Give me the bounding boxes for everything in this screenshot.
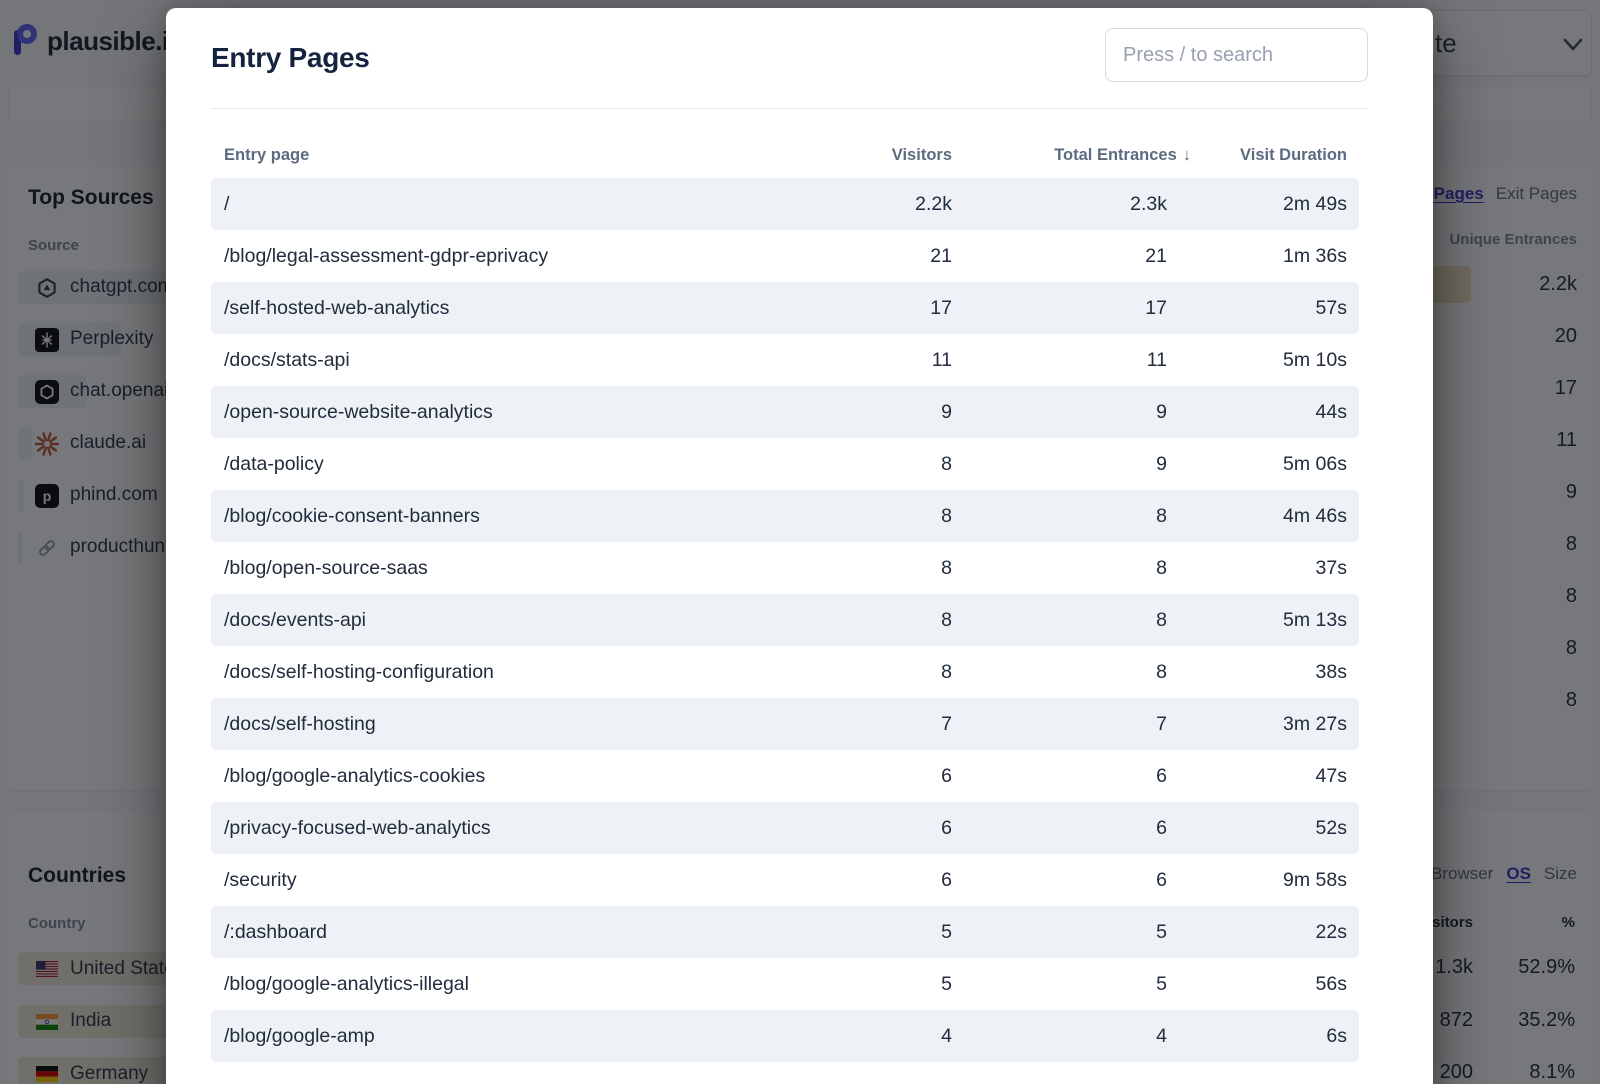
visitors-cell: 2.2k — [782, 193, 952, 216]
duration-cell: 52s — [1167, 817, 1347, 840]
entry-page-cell[interactable]: /self-hosted-web-analytics — [211, 297, 782, 320]
entry-page-cell[interactable]: /data-policy — [211, 453, 782, 476]
duration-cell: 47s — [1167, 765, 1347, 788]
entry-page-row[interactable]: /data-policy895m 06s — [211, 438, 1359, 490]
visitors-cell: 11 — [782, 349, 952, 372]
entrances-cell: 9 — [952, 453, 1167, 476]
table-header-row: Entry page Visitors Total Entrances↓ Vis… — [211, 132, 1359, 178]
visitors-cell: 5 — [782, 973, 952, 996]
entry-page-cell[interactable]: /:dashboard — [211, 921, 782, 944]
entry-page-cell[interactable]: / — [211, 193, 782, 216]
entry-page-row[interactable]: /blog/open-source-saas8837s — [211, 542, 1359, 594]
entry-pages-table: Entry page Visitors Total Entrances↓ Vis… — [211, 132, 1359, 1062]
duration-cell: 4m 46s — [1167, 505, 1347, 528]
entrances-cell: 9 — [952, 401, 1167, 424]
visitors-cell: 17 — [782, 297, 952, 320]
entry-page-cell[interactable]: /blog/google-amp — [211, 1025, 782, 1048]
entry-page-row[interactable]: /docs/events-api885m 13s — [211, 594, 1359, 646]
entry-page-row[interactable]: /docs/self-hosting-configuration8838s — [211, 646, 1359, 698]
entrances-cell: 7 — [952, 713, 1167, 736]
duration-cell: 57s — [1167, 297, 1347, 320]
duration-cell: 38s — [1167, 661, 1347, 684]
duration-cell: 2m 49s — [1167, 193, 1347, 216]
visitors-cell: 21 — [782, 245, 952, 268]
visitors-cell: 8 — [782, 453, 952, 476]
entrances-cell: 8 — [952, 505, 1167, 528]
entry-page-cell[interactable]: /privacy-focused-web-analytics — [211, 817, 782, 840]
duration-cell: 6s — [1167, 1025, 1347, 1048]
entry-page-row[interactable]: /docs/stats-api11115m 10s — [211, 334, 1359, 386]
entry-page-cell[interactable]: /docs/events-api — [211, 609, 782, 632]
header-total-entrances-label: Total Entrances — [1054, 146, 1177, 164]
entrances-cell: 8 — [952, 661, 1167, 684]
entrances-cell: 6 — [952, 765, 1167, 788]
entry-page-row[interactable]: /security669m 58s — [211, 854, 1359, 906]
duration-cell: 22s — [1167, 921, 1347, 944]
header-total-entrances[interactable]: Total Entrances↓ — [952, 146, 1167, 165]
duration-cell: 56s — [1167, 973, 1347, 996]
entrances-cell: 5 — [952, 973, 1167, 996]
duration-cell: 5m 10s — [1167, 349, 1347, 372]
modal-divider — [211, 108, 1368, 109]
duration-cell: 3m 27s — [1167, 713, 1347, 736]
header-visitors[interactable]: Visitors — [782, 146, 952, 165]
visitors-cell: 4 — [782, 1025, 952, 1048]
entry-page-row[interactable]: /blog/google-analytics-illegal5556s — [211, 958, 1359, 1010]
entry-page-row[interactable]: /docs/self-hosting773m 27s — [211, 698, 1359, 750]
visitors-cell: 5 — [782, 921, 952, 944]
entrances-cell: 4 — [952, 1025, 1167, 1048]
entry-page-row[interactable]: /blog/cookie-consent-banners884m 46s — [211, 490, 1359, 542]
entrances-cell: 5 — [952, 921, 1167, 944]
entry-page-row[interactable]: /open-source-website-analytics9944s — [211, 386, 1359, 438]
duration-cell: 5m 06s — [1167, 453, 1347, 476]
duration-cell: 9m 58s — [1167, 869, 1347, 892]
entry-page-row[interactable]: /:dashboard5522s — [211, 906, 1359, 958]
entry-page-row[interactable]: /blog/google-amp446s — [211, 1010, 1359, 1062]
entry-page-cell[interactable]: /docs/stats-api — [211, 349, 782, 372]
modal-search-input[interactable] — [1105, 28, 1368, 82]
entrances-cell: 17 — [952, 297, 1167, 320]
entry-page-cell[interactable]: /security — [211, 869, 782, 892]
entry-page-cell[interactable]: /blog/open-source-saas — [211, 557, 782, 580]
entry-page-cell[interactable]: /docs/self-hosting-configuration — [211, 661, 782, 684]
entrances-cell: 21 — [952, 245, 1167, 268]
visitors-cell: 6 — [782, 765, 952, 788]
visitors-cell: 8 — [782, 505, 952, 528]
visitors-cell: 8 — [782, 557, 952, 580]
entrances-cell: 8 — [952, 557, 1167, 580]
duration-cell: 44s — [1167, 401, 1347, 424]
entrances-cell: 8 — [952, 609, 1167, 632]
entry-page-cell[interactable]: /open-source-website-analytics — [211, 401, 782, 424]
header-visit-duration[interactable]: Visit Duration — [1167, 146, 1347, 165]
entry-page-cell[interactable]: /blog/google-analytics-cookies — [211, 765, 782, 788]
plausible-dashboard: plausible.io te Top Sources Source chatg… — [0, 0, 1600, 1084]
entrances-cell: 11 — [952, 349, 1167, 372]
entrances-cell: 2.3k — [952, 193, 1167, 216]
entrances-cell: 6 — [952, 817, 1167, 840]
entry-page-cell[interactable]: /blog/cookie-consent-banners — [211, 505, 782, 528]
entry-page-row[interactable]: /privacy-focused-web-analytics6652s — [211, 802, 1359, 854]
entrances-cell: 6 — [952, 869, 1167, 892]
header-entry-page[interactable]: Entry page — [211, 146, 782, 165]
entry-page-cell[interactable]: /blog/legal-assessment-gdpr-eprivacy — [211, 245, 782, 268]
visitors-cell: 7 — [782, 713, 952, 736]
entry-page-cell[interactable]: /blog/google-analytics-illegal — [211, 973, 782, 996]
entry-page-row[interactable]: /self-hosted-web-analytics171757s — [211, 282, 1359, 334]
visitors-cell: 8 — [782, 609, 952, 632]
visitors-cell: 8 — [782, 661, 952, 684]
duration-cell: 1m 36s — [1167, 245, 1347, 268]
entry-pages-modal: Entry Pages Entry page Visitors Total En… — [166, 8, 1433, 1084]
visitors-cell: 6 — [782, 869, 952, 892]
entry-page-row[interactable]: /2.2k2.3k2m 49s — [211, 178, 1359, 230]
entry-page-cell[interactable]: /docs/self-hosting — [211, 713, 782, 736]
duration-cell: 37s — [1167, 557, 1347, 580]
modal-title: Entry Pages — [211, 42, 370, 74]
visitors-cell: 6 — [782, 817, 952, 840]
entry-page-row[interactable]: /blog/google-analytics-cookies6647s — [211, 750, 1359, 802]
visitors-cell: 9 — [782, 401, 952, 424]
duration-cell: 5m 13s — [1167, 609, 1347, 632]
entry-page-row[interactable]: /blog/legal-assessment-gdpr-eprivacy2121… — [211, 230, 1359, 282]
